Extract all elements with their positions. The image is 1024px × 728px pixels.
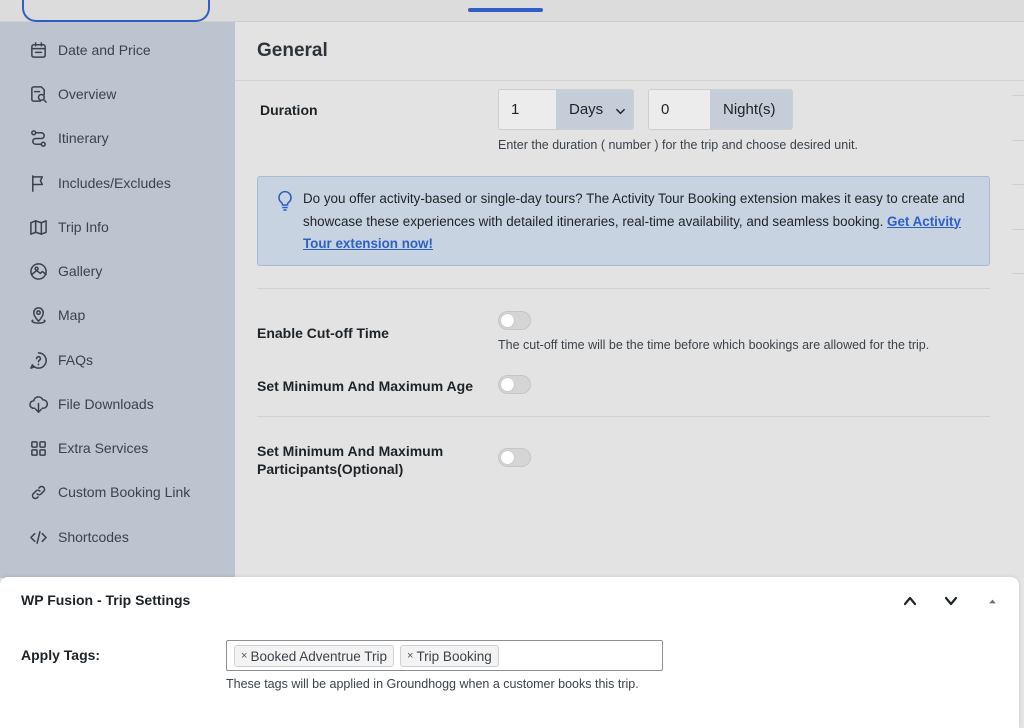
- duration-days-group: 1 Days: [498, 89, 634, 130]
- divider: [235, 80, 1024, 81]
- remove-tag-icon[interactable]: ×: [407, 650, 413, 662]
- sidebar-item-file-downloads[interactable]: File Downloads: [28, 392, 154, 416]
- chevron-up-icon: [903, 596, 917, 606]
- document-search-icon: [28, 84, 48, 104]
- sidebar-item-label: Extra Services: [58, 440, 149, 456]
- sidebar-item-label: File Downloads: [58, 396, 154, 412]
- map-fold-icon: [28, 217, 48, 237]
- sidebar-item-extra-services[interactable]: Extra Services: [28, 436, 148, 460]
- duration-nights-input[interactable]: 0: [649, 90, 711, 129]
- move-down-button[interactable]: [939, 589, 963, 613]
- participants-label-line1: Set Minimum And Maximum: [257, 443, 444, 459]
- tag-chip: × Booked Adventrue Trip: [234, 645, 395, 667]
- map-pin-icon: [28, 305, 48, 325]
- sidebar-item-label: Date and Price: [58, 42, 151, 58]
- sidebar-item-label: FAQs: [58, 352, 94, 368]
- flag-icon: [28, 173, 48, 193]
- participants-label-line2: Participants(Optional): [257, 461, 404, 477]
- notice-body: Do you offer activity-based or single-da…: [303, 191, 965, 229]
- trip-settings-sidebar: Date and Price Overview Itinerary Includ…: [0, 22, 235, 578]
- calendar-icon: [28, 40, 48, 60]
- apply-tags-help-text: These tags will be applied in Groundhogg…: [226, 677, 639, 691]
- sidebar-item-label: Map: [58, 307, 86, 323]
- sidebar-item-faqs[interactable]: FAQs: [28, 348, 93, 372]
- divider: [257, 416, 990, 417]
- duration-nights-unit: Night(s): [710, 90, 792, 129]
- sidebar-item-custom-booking-link[interactable]: Custom Booking Link: [28, 480, 190, 504]
- activity-tour-notice: Do you offer activity-based or single-da…: [257, 176, 990, 266]
- active-nav-pill: [22, 0, 210, 22]
- divider: [257, 288, 990, 289]
- download-icon: [28, 394, 48, 414]
- sidebar-item-shortcodes[interactable]: Shortcodes: [28, 525, 129, 549]
- edge-mark: [1012, 273, 1024, 274]
- sidebar-item-itinerary[interactable]: Itinerary: [28, 126, 109, 150]
- duration-unit-select[interactable]: Days: [556, 90, 633, 129]
- active-tab-indicator: [468, 8, 543, 12]
- route-icon: [28, 128, 48, 148]
- sidebar-item-label: Custom Booking Link: [58, 484, 191, 500]
- metabox-title: WP Fusion - Trip Settings: [21, 592, 191, 608]
- top-strip: [0, 0, 1024, 22]
- edge-mark: [1012, 95, 1024, 96]
- chevron-down-icon: [944, 596, 958, 606]
- toggle-knob: [501, 378, 514, 391]
- sidebar-item-date-and-price[interactable]: Date and Price: [28, 38, 151, 62]
- participants-limit-toggle[interactable]: [498, 448, 531, 467]
- tag-label: Booked Adventrue Trip: [250, 648, 388, 664]
- duration-nights-group: 0 Night(s): [648, 89, 793, 130]
- sidebar-item-label: Trip Info: [58, 219, 109, 235]
- caret-up-icon: [988, 599, 996, 603]
- sidebar-item-trip-info[interactable]: Trip Info: [28, 215, 109, 239]
- edge-mark: [1012, 140, 1024, 141]
- sidebar-item-label: Itinerary: [58, 130, 109, 146]
- code-icon: [28, 527, 48, 547]
- toggle-panel-button[interactable]: [980, 589, 1004, 613]
- sidebar-item-gallery[interactable]: Gallery: [28, 259, 102, 283]
- sidebar-item-map[interactable]: Map: [28, 303, 85, 327]
- age-limit-toggle[interactable]: [498, 375, 531, 394]
- chevron-down-icon: [615, 104, 626, 115]
- cutoff-time-toggle[interactable]: [498, 311, 531, 330]
- sidebar-item-label: Includes/Excludes: [58, 175, 171, 191]
- sidebar-item-label: Overview: [58, 86, 117, 102]
- sidebar-item-includes-excludes[interactable]: Includes/Excludes: [28, 171, 171, 195]
- cutoff-time-label: Enable Cut-off Time: [257, 325, 389, 341]
- general-settings-panel: General Duration 1 Days 0 Night(s) Enter…: [235, 22, 1024, 578]
- move-up-button[interactable]: [898, 589, 922, 613]
- question-icon: [28, 350, 48, 370]
- link-icon: [28, 482, 48, 502]
- toggle-knob: [501, 314, 514, 327]
- edge-mark: [1012, 229, 1024, 230]
- cutoff-help-text: The cut-off time will be the time before…: [498, 338, 930, 352]
- apply-tags-label: Apply Tags:: [21, 647, 101, 663]
- age-limit-label: Set Minimum And Maximum Age: [257, 378, 473, 394]
- wp-fusion-metabox: WP Fusion - Trip Settings Apply Tags: × …: [0, 577, 1019, 728]
- gallery-icon: [28, 261, 48, 281]
- duration-help-text: Enter the duration ( number ) for the tr…: [498, 138, 858, 152]
- page-title: General: [257, 40, 328, 61]
- duration-days-input[interactable]: 1: [499, 90, 557, 129]
- tag-chip: × Trip Booking: [400, 645, 499, 667]
- notice-text: Do you offer activity-based or single-da…: [303, 188, 983, 256]
- sidebar-item-label: Gallery: [58, 263, 103, 279]
- duration-label: Duration: [260, 102, 318, 118]
- lightbulb-icon: [275, 189, 295, 211]
- remove-tag-icon[interactable]: ×: [241, 650, 247, 662]
- duration-unit-value: Days: [569, 101, 604, 118]
- sidebar-item-overview[interactable]: Overview: [28, 82, 116, 106]
- tag-label: Trip Booking: [416, 648, 492, 664]
- participants-limit-label: Set Minimum And Maximum Participants(Opt…: [257, 442, 443, 478]
- edge-mark: [1012, 184, 1024, 185]
- sidebar-item-label: Shortcodes: [58, 529, 129, 545]
- grid-icon: [28, 438, 48, 458]
- toggle-knob: [501, 451, 514, 464]
- apply-tags-input[interactable]: × Booked Adventrue Trip × Trip Booking: [226, 640, 663, 671]
